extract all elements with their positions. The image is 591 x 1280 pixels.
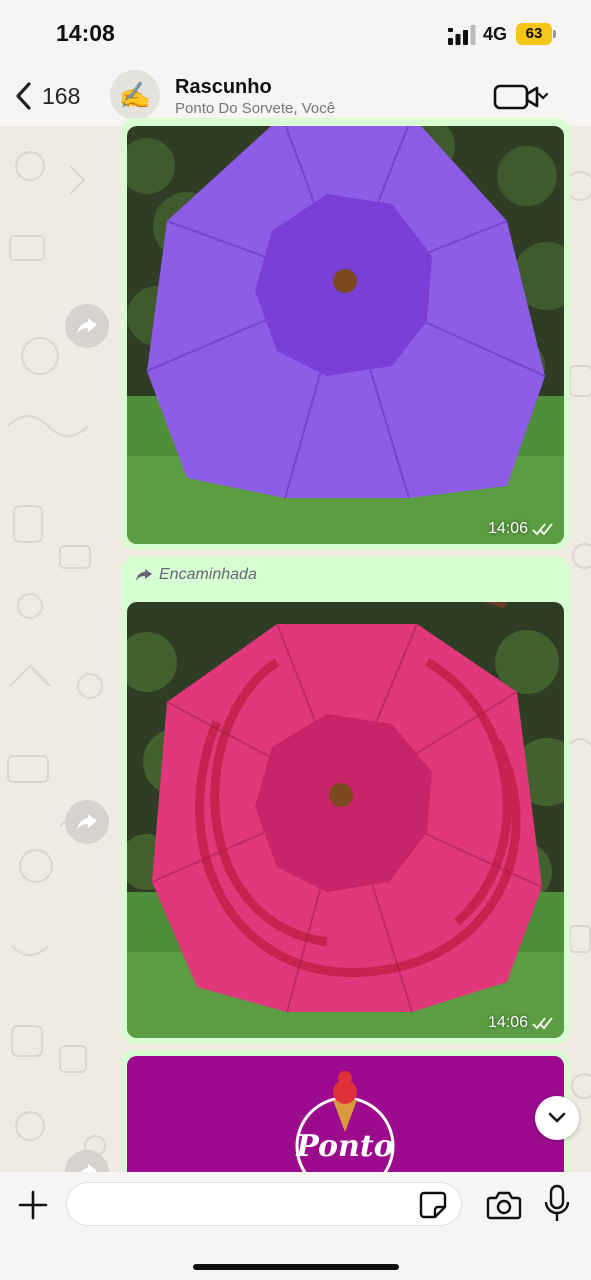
logo-text: Ponto [295, 1129, 393, 1164]
chevron-down-icon [548, 1112, 566, 1123]
status-bar: 14:08 4G 63 [0, 0, 591, 66]
home-indicator [193, 1264, 399, 1270]
network-type: 4G [483, 24, 508, 44]
chat-subtitle[interactable]: Ponto Do Sorvete, Você [175, 100, 335, 117]
forward-button[interactable] [65, 304, 109, 348]
back-button[interactable]: 168 [14, 78, 80, 114]
camera-icon[interactable] [486, 1188, 522, 1222]
microphone-icon[interactable] [544, 1184, 570, 1224]
scroll-to-bottom-button[interactable] [535, 1096, 579, 1140]
message-timestamp: 14:06 [488, 1014, 554, 1032]
purple-umbrella-photo[interactable] [127, 126, 564, 544]
battery-indicator: 63 [516, 23, 552, 45]
forwarded-label: Encaminhada [135, 566, 257, 584]
battery-tip [553, 30, 556, 38]
forward-arrow-icon [77, 814, 97, 830]
chat-title[interactable]: Rascunho [175, 76, 272, 99]
signal-bars-icon [448, 25, 476, 45]
message-bubble[interactable]: 14:06 [121, 118, 570, 550]
sticker-icon[interactable] [418, 1190, 448, 1220]
forward-button[interactable] [65, 800, 109, 844]
message-input[interactable] [66, 1182, 462, 1226]
video-camera-icon[interactable] [493, 80, 551, 114]
avatar[interactable]: ✍️ [110, 70, 160, 120]
message-timestamp: 14:06 [488, 520, 554, 538]
plus-icon[interactable] [16, 1188, 50, 1222]
chat-header: 168 ✍️ Rascunho Ponto Do Sorvete, Você [0, 66, 591, 126]
forward-arrow-icon [77, 318, 97, 334]
writing-hand-icon: ✍️ [118, 79, 152, 110]
status-time: 14:08 [56, 20, 115, 46]
double-check-icon [532, 523, 553, 536]
composer-bar [0, 1172, 591, 1280]
unread-count: 168 [42, 82, 81, 109]
message-bubble[interactable]: Encaminhada 14:06 [121, 556, 570, 1044]
pink-umbrella-photo[interactable] [127, 602, 564, 1038]
message-bubble[interactable]: Ponto [121, 1050, 570, 1196]
forwarded-arrow-icon [136, 569, 152, 581]
double-check-icon [532, 1017, 553, 1030]
chevron-left-icon [16, 82, 31, 110]
